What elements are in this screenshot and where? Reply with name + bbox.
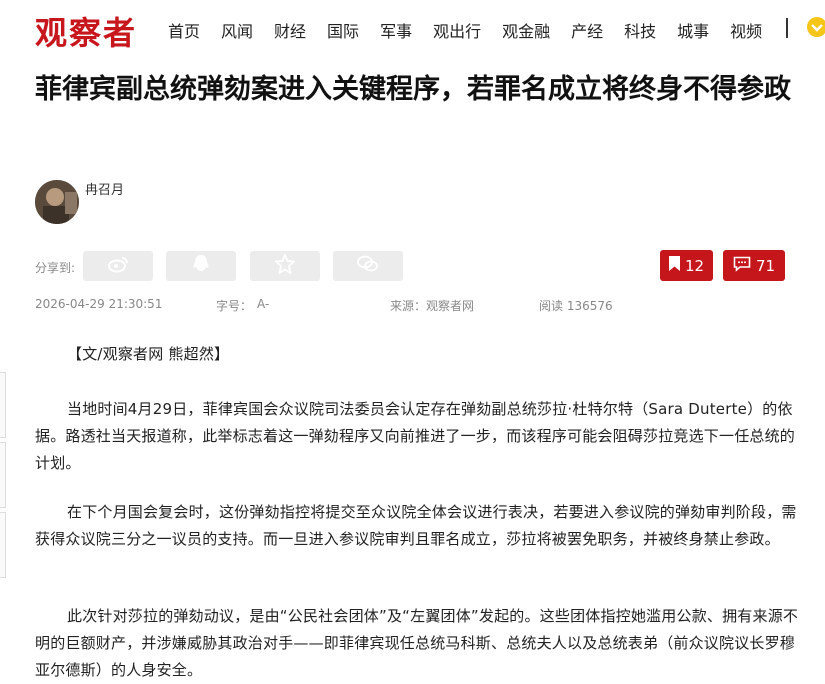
article-paragraph: 此次针对莎拉的弹劾动议，是由“公民社会团体”及“左翼团体”发起的。这些团体指控她… (35, 607, 799, 679)
share-weibo-button[interactable] (83, 251, 153, 281)
share-label: 分享到: (35, 261, 76, 275)
source-label: 来源：观察者网 (390, 299, 475, 313)
article-paragraph: 当地时间4月29日，菲律宾国会众议院司法委员会认定存在弹劾副总统莎拉·杜特尔特（… (35, 400, 796, 472)
bookmark-icon (668, 256, 680, 275)
bookmark-button[interactable]: 12 (660, 250, 713, 281)
nav-item-tech[interactable]: 科技 (624, 18, 656, 42)
article-byline: 【文/观察者网 熊超然】 (67, 345, 230, 363)
bookmark-count: 12 (684, 256, 705, 275)
nav-item-international[interactable]: 国际 (327, 18, 359, 42)
nav-item-finance[interactable]: 财经 (274, 18, 306, 42)
side-float-tab[interactable] (0, 442, 6, 508)
main-nav: 首页 风闻 财经 国际 军事 观出行 观金融 产经 科技 城事 视频 (168, 18, 783, 42)
side-float-tab[interactable] (0, 372, 6, 438)
wechat-icon (357, 255, 379, 277)
qzone-star-icon (273, 252, 297, 278)
nav-item-industry[interactable]: 产经 (571, 18, 603, 42)
site-header: 观察者 首页 风闻 财经 国际 军事 观出行 观金融 产经 科技 城事 视频 (0, 0, 825, 62)
share-qq-button[interactable] (166, 251, 236, 281)
side-float-tab[interactable] (0, 512, 6, 578)
site-logo[interactable]: 观察者 (35, 8, 137, 54)
author-avatar[interactable] (35, 180, 79, 224)
nav-divider (786, 18, 788, 38)
nav-item-travel[interactable]: 观出行 (433, 18, 481, 42)
publish-datetime: 2026-04-29 21:30:51 (35, 297, 163, 311)
nav-item-city[interactable]: 城事 (677, 18, 709, 42)
font-size-decrease[interactable]: A- (257, 297, 269, 311)
article-title: 菲律宾副总统弹劾案进入关键程序，若罪名成立将终身不得参政 (35, 74, 791, 105)
nav-item-video[interactable]: 视频 (730, 18, 762, 42)
nav-extra-icon[interactable] (806, 16, 825, 38)
author-name[interactable]: 冉召月 (85, 179, 124, 198)
comment-count: 71 (755, 256, 776, 275)
weibo-icon (107, 255, 129, 277)
qq-icon (192, 254, 210, 278)
nav-item-home[interactable]: 首页 (168, 18, 200, 42)
nav-item-banking[interactable]: 观金融 (502, 18, 550, 42)
nav-item-military[interactable]: 军事 (380, 18, 412, 42)
font-size-label: 字号： (216, 299, 253, 313)
comment-icon (733, 256, 751, 276)
share-wechat-button[interactable] (333, 251, 403, 281)
article-paragraph: 在下个月国会复会时，这份弹劾指控将提交至众议院全体会议进行表决，若要进入参议院的… (35, 503, 797, 548)
view-count: 阅读 136576 (539, 299, 613, 313)
comment-button[interactable]: 71 (723, 250, 785, 281)
nav-item-fengwen[interactable]: 风闻 (221, 18, 253, 42)
share-qzone-button[interactable] (250, 251, 320, 281)
